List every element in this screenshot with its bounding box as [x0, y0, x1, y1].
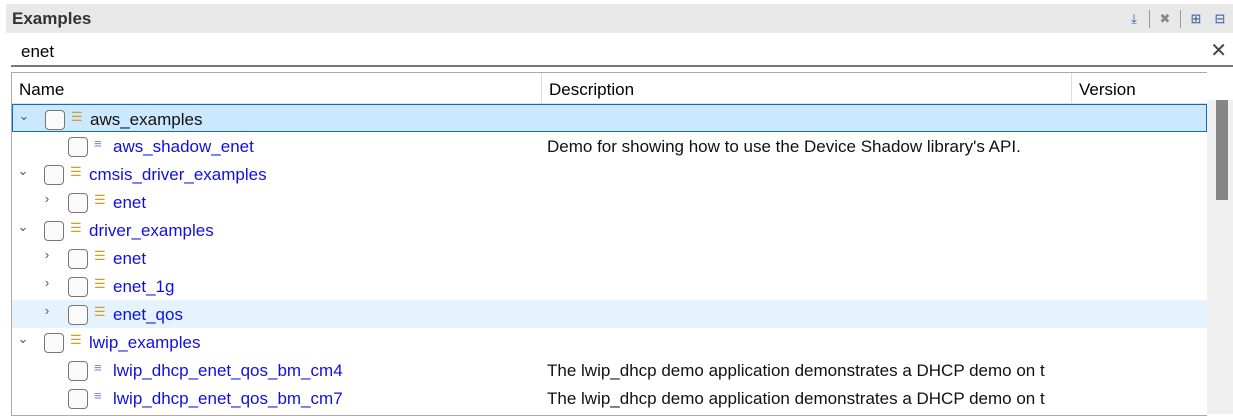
row-checkbox[interactable]: [44, 165, 64, 185]
toolbar-separator: [1180, 10, 1181, 28]
vertical-scrollbar[interactable]: [1207, 100, 1233, 414]
row-name[interactable]: lwip_examples: [89, 333, 201, 353]
row-name[interactable]: enet_qos: [113, 305, 183, 325]
tree-row[interactable]: › ☰ enet: [12, 188, 1207, 216]
folder-icon: ☰: [70, 332, 82, 347]
chevron-right-icon[interactable]: ›: [40, 247, 54, 262]
row-name[interactable]: cmsis_driver_examples: [89, 165, 267, 185]
chevron-right-icon[interactable]: ›: [40, 275, 54, 290]
tree-row[interactable]: ≡ lwip_dhcp_enet_qos_bm_cm4 The lwip_dhcp …: [12, 356, 1207, 384]
tree-row[interactable]: ⌄ ☰ cmsis_driver_examples: [12, 160, 1207, 188]
folder-icon: ☰: [94, 276, 106, 291]
folder-icon: ☰: [70, 164, 82, 179]
row-name[interactable]: enet: [113, 193, 146, 213]
row-checkbox[interactable]: [44, 221, 64, 241]
row-name[interactable]: enet_1g: [113, 277, 174, 297]
toolbar-separator: [1149, 10, 1150, 28]
chevron-down-icon[interactable]: ⌄: [16, 331, 30, 347]
folder-icon: ☰: [94, 248, 106, 263]
collapse-all-icon[interactable]: ⊟: [1211, 10, 1229, 28]
tree-row[interactable]: › ☰ enet_qos: [12, 300, 1207, 328]
folder-icon: ☰: [94, 304, 106, 319]
row-name[interactable]: aws_shadow_enet: [113, 137, 254, 157]
row-checkbox[interactable]: [45, 110, 65, 130]
chevron-down-icon[interactable]: ⌄: [17, 108, 31, 124]
row-checkbox[interactable]: [68, 137, 88, 157]
row-description: The lwip_dhcp demo application demonstra…: [547, 361, 1045, 380]
column-headers: Name Description Version: [12, 73, 1207, 104]
folder-icon: ☰: [94, 192, 106, 207]
import-icon[interactable]: ⤓: [1125, 10, 1143, 28]
row-name[interactable]: lwip_dhcp_enet_qos_bm_cm7: [113, 389, 343, 409]
row-checkbox[interactable]: [44, 333, 64, 353]
chevron-right-icon[interactable]: ›: [40, 303, 54, 318]
tree-row[interactable]: ≡ lwip_dhcp_enet_qos_bm_cm7 The lwip_dhcp …: [12, 384, 1207, 412]
row-description: The lwip_dhcp demo application demonstra…: [547, 389, 1045, 408]
clear-search-icon[interactable]: ✕: [1210, 38, 1227, 63]
tree-row[interactable]: ⌄ ☰ aws_examples: [12, 104, 1207, 132]
chevron-down-icon[interactable]: ⌄: [16, 163, 30, 179]
file-icon: ≡: [94, 360, 102, 375]
examples-tree: Name Description Version ⌄ ☰ aws_examples ≡…: [11, 72, 1207, 416]
row-checkbox[interactable]: [68, 193, 88, 213]
tree-row[interactable]: ⌄ ☰ driver_examples: [12, 216, 1207, 244]
tree-row[interactable]: › ☰ enet: [12, 244, 1207, 272]
tree-row[interactable]: ≡ aws_shadow_enet Demo for showing how to …: [12, 132, 1207, 160]
tree-row[interactable]: › ☰ enet_1g: [12, 272, 1207, 300]
row-name[interactable]: aws_examples: [90, 110, 202, 130]
row-name[interactable]: lwip_dhcp_enet_qos_bm_cm4: [113, 361, 343, 381]
folder-icon: ☰: [71, 109, 83, 124]
column-header-description[interactable]: Description: [542, 73, 1072, 103]
remove-all-icon[interactable]: ✖: [1156, 10, 1174, 28]
chevron-right-icon[interactable]: ›: [40, 191, 54, 206]
expand-all-icon[interactable]: ⊞: [1187, 10, 1205, 28]
folder-icon: ☰: [70, 220, 82, 235]
row-name[interactable]: driver_examples: [89, 221, 214, 241]
row-checkbox[interactable]: [68, 305, 88, 325]
examples-panel-header: Examples ⤓ ✖ ⊞ ⊟: [6, 4, 1233, 33]
row-checkbox[interactable]: [68, 361, 88, 381]
chevron-down-icon[interactable]: ⌄: [16, 219, 30, 235]
panel-toolbar: ⤓ ✖ ⊞ ⊟: [1125, 10, 1229, 28]
row-name[interactable]: enet: [113, 249, 146, 269]
file-icon: ≡: [94, 136, 102, 151]
scrollbar-thumb[interactable]: [1216, 100, 1228, 200]
file-icon: ≡: [94, 388, 102, 403]
tree-row[interactable]: ⌄ ☰ lwip_examples: [12, 328, 1207, 356]
panel-title: Examples: [12, 9, 92, 28]
search-box: ✕: [11, 37, 1233, 67]
column-header-name[interactable]: Name: [12, 73, 542, 103]
column-header-version[interactable]: Version: [1072, 73, 1207, 103]
row-checkbox[interactable]: [68, 389, 88, 409]
row-checkbox[interactable]: [68, 249, 88, 269]
row-description: Demo for showing how to use the Device S…: [547, 137, 1021, 156]
row-checkbox[interactable]: [68, 277, 88, 297]
search-input[interactable]: [19, 41, 1173, 63]
